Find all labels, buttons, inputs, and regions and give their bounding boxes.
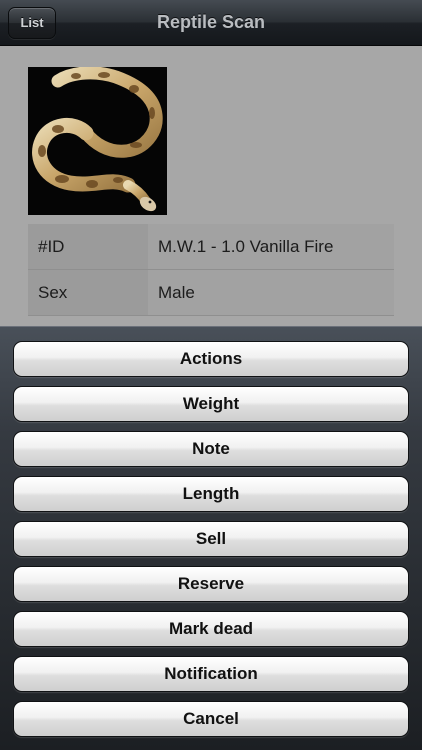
note-button[interactable]: Note [13,431,409,467]
mark-dead-button[interactable]: Mark dead [13,611,409,647]
id-value: M.W.1 - 1.0 Vanilla Fire [148,224,394,269]
sex-value: Male [148,270,394,315]
info-row-sex: Sex Male [28,270,394,316]
navigation-bar: List Reptile Scan [0,0,422,46]
info-table: #ID M.W.1 - 1.0 Vanilla Fire Sex Male [28,224,394,316]
length-button[interactable]: Length [13,476,409,512]
cancel-button[interactable]: Cancel [13,701,409,737]
sex-label: Sex [28,270,148,315]
notification-button[interactable]: Notification [13,656,409,692]
snake-image [28,67,167,215]
page-title: Reptile Scan [156,12,266,32]
sell-button[interactable]: Sell [13,521,409,557]
actions-button[interactable]: Actions [13,341,409,377]
reptile-photo [28,67,167,215]
reptile-detail: #ID M.W.1 - 1.0 Vanilla Fire Sex Male [0,46,422,336]
info-row-id: #ID M.W.1 - 1.0 Vanilla Fire [28,224,394,270]
weight-button[interactable]: Weight [13,386,409,422]
action-sheet: Actions Weight Note Length Sell Reserve … [0,326,422,750]
id-label: #ID [28,224,148,269]
reserve-button[interactable]: Reserve [13,566,409,602]
